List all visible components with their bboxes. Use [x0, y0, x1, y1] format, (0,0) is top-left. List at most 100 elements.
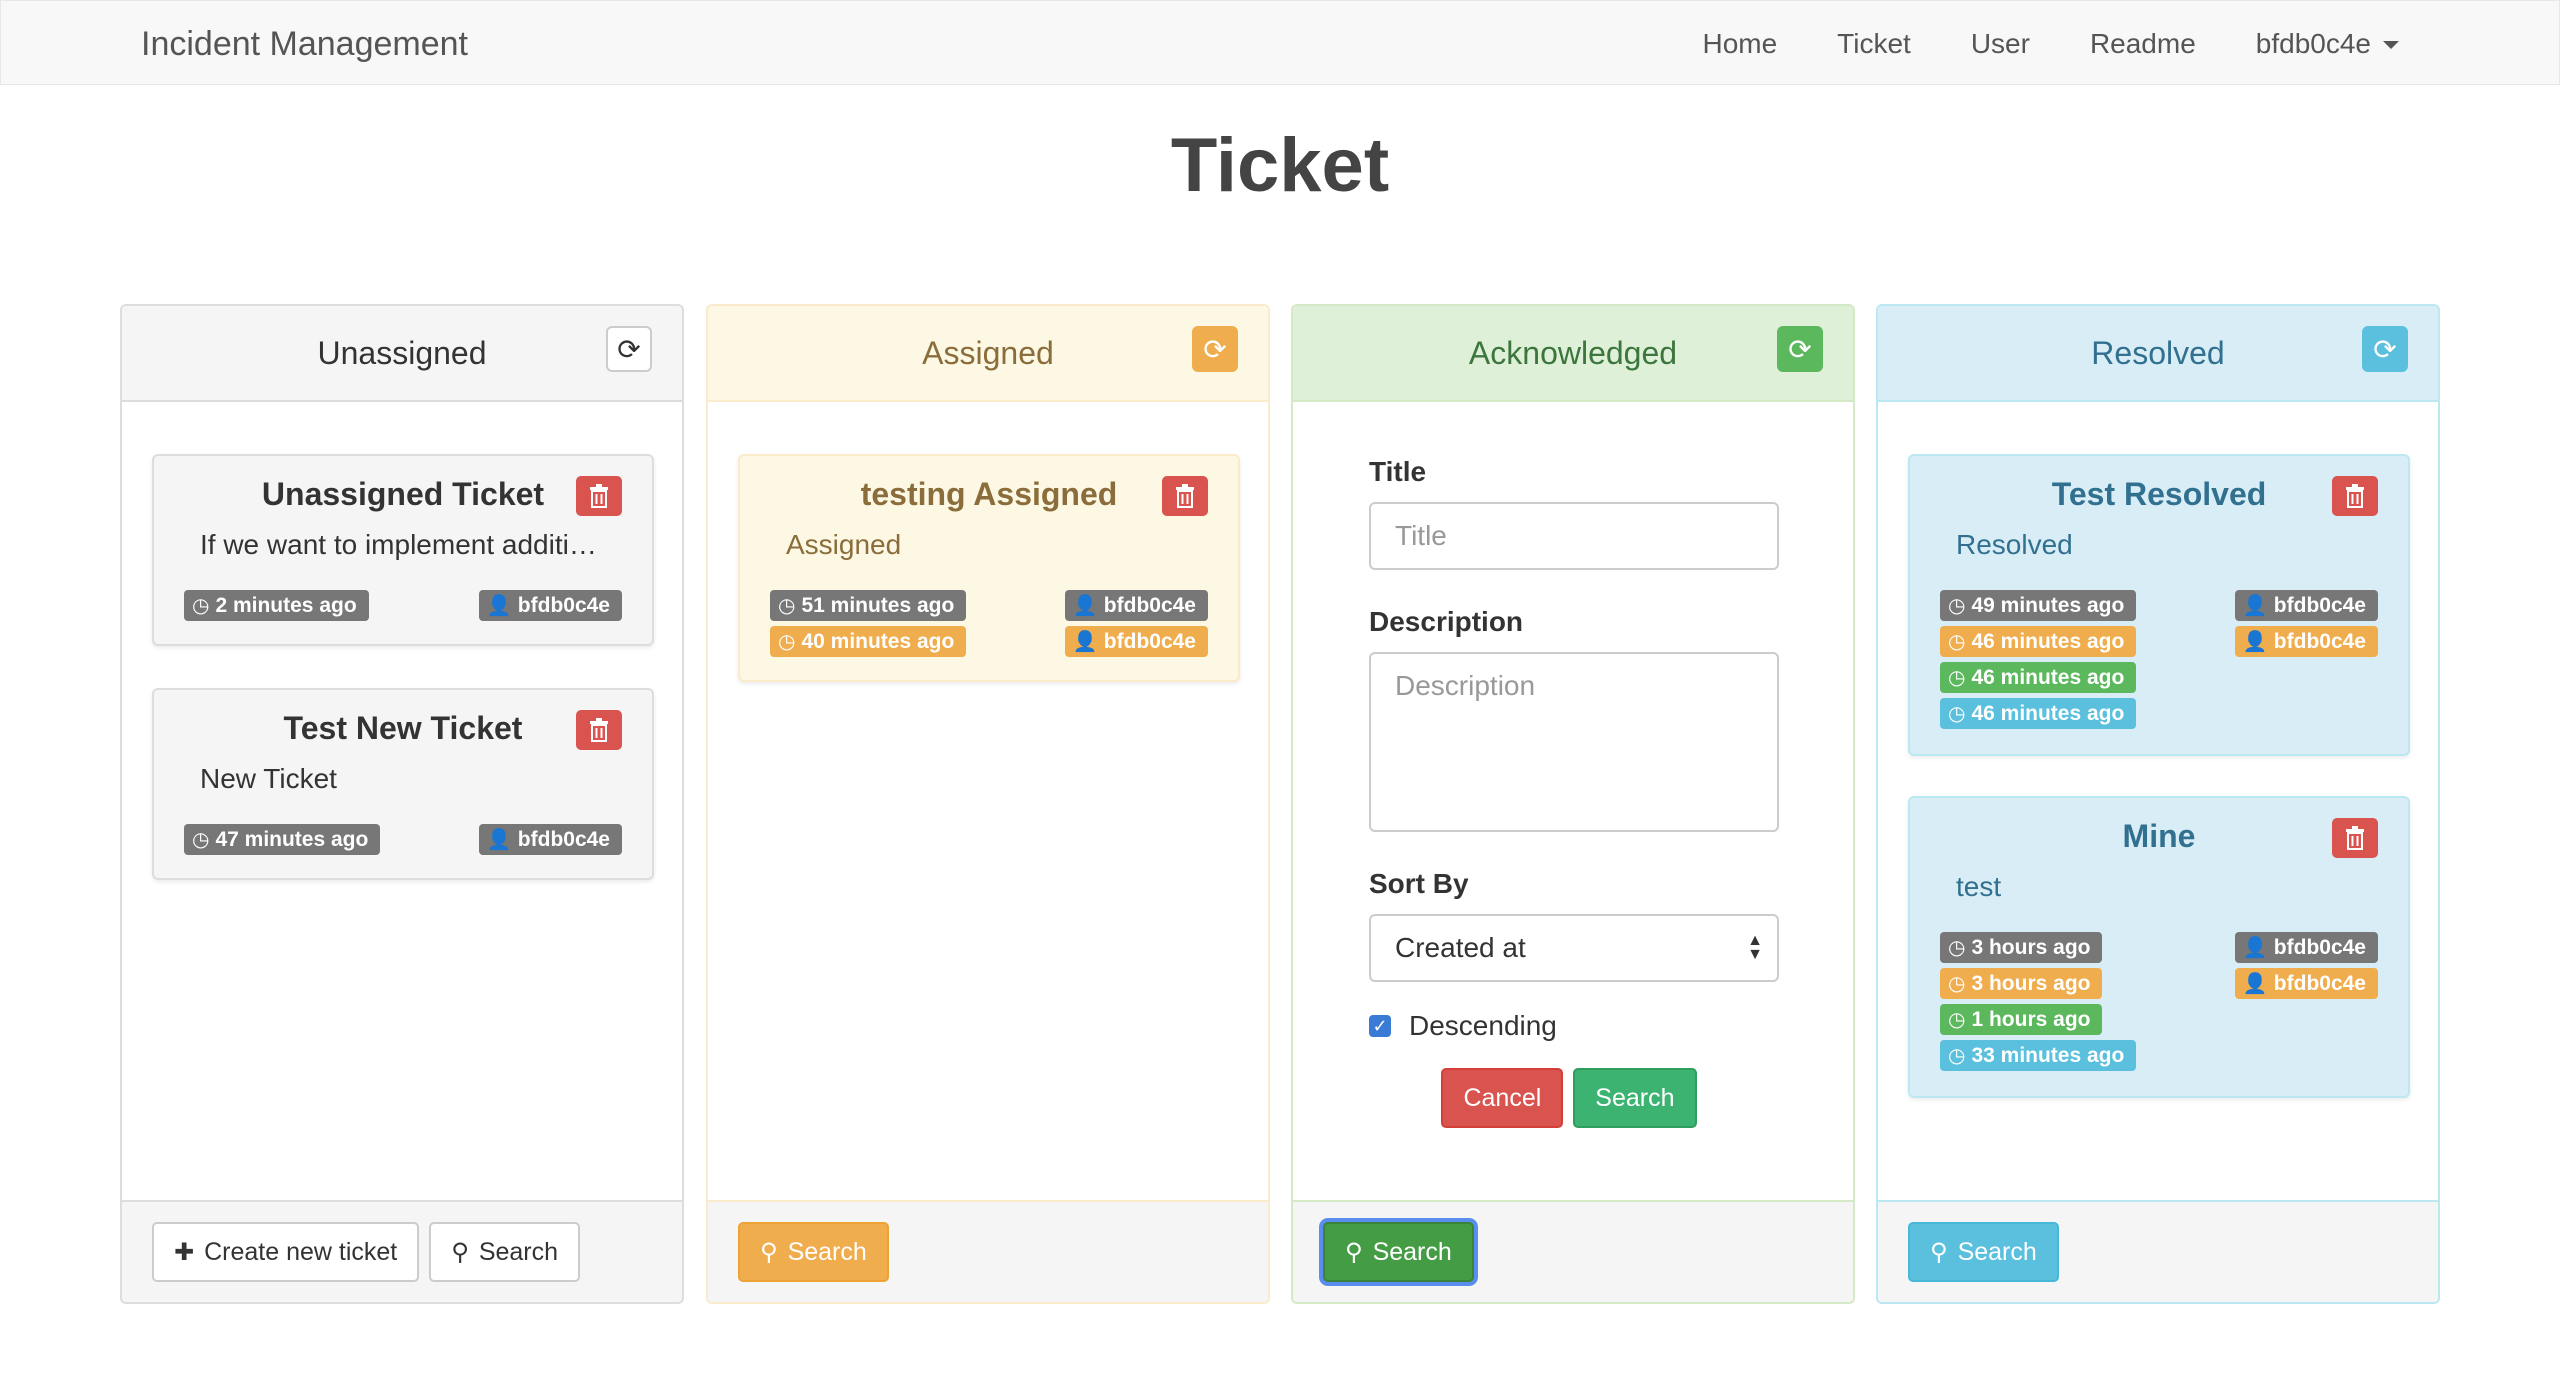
column-header: Unassigned ⟳ — [122, 306, 682, 402]
refresh-button[interactable]: ⟳ — [606, 326, 652, 372]
ticket-card[interactable]: Unassigned Ticket If we want to implemen… — [152, 454, 654, 646]
refresh-button[interactable]: ⟳ — [1777, 326, 1823, 372]
nav-links: Home Ticket User Readme bfdb0c4e — [1642, 1, 2399, 86]
nav-user[interactable]: User — [1971, 28, 2030, 60]
clock-icon: ◷ — [1948, 937, 1966, 959]
time-text: 46 minutes ago — [1971, 629, 2125, 653]
description-textarea[interactable]: Description — [1369, 652, 1779, 832]
user-icon: 👤 — [1072, 595, 1098, 617]
search-button[interactable]: ⚲ Search — [1323, 1222, 1474, 1282]
column-title: Assigned — [922, 334, 1054, 371]
ticket-card[interactable]: testing Assigned Assigned ◷ 51 minutes ag… — [738, 454, 1240, 682]
user-icon: 👤 — [2242, 937, 2268, 959]
brand[interactable]: Incident Management — [141, 25, 468, 64]
delete-button[interactable] — [576, 476, 622, 516]
nav-readme[interactable]: Readme — [2090, 28, 2196, 60]
column-title: Unassigned — [317, 334, 487, 371]
checkbox-checked-icon[interactable]: ✓ — [1369, 1015, 1391, 1037]
user-text: bfdb0c4e — [2273, 593, 2366, 617]
column-acknowledged: Acknowledged ⟳ Title Title Description D… — [1291, 304, 1855, 1304]
time-badge: ◷ 47 minutes ago — [184, 824, 381, 855]
creator-badge: 👤 bfdb0c4e — [1064, 590, 1208, 621]
search-icon: ⚲ — [1345, 1238, 1363, 1266]
time-text: 33 minutes ago — [1971, 1043, 2125, 1067]
user-badges: 👤 bfdb0c4e — [478, 824, 622, 860]
trash-icon — [1176, 484, 1194, 508]
user-badges: 👤 bfdb0c4e 👤 bfdb0c4e — [2234, 932, 2378, 1004]
select-arrows-icon: ▲ ▼ — [1747, 932, 1763, 963]
user-badge: 👤 bfdb0c4e — [478, 824, 622, 855]
search-button[interactable]: ⚲ Search — [1908, 1222, 2059, 1282]
clock-icon: ◷ — [778, 631, 796, 653]
user-icon: 👤 — [2242, 631, 2268, 653]
ticket-card[interactable]: Mine test ◷ 3 hours ago ◷ 3 hours ago ◷ 1 h… — [1908, 796, 2410, 1098]
title-input[interactable]: Title — [1369, 502, 1779, 570]
page-title: Ticket — [1170, 123, 1390, 208]
user-text: bfdb0c4e — [2273, 935, 2366, 959]
clock-icon: ◷ — [1948, 1045, 1966, 1067]
cancel-button[interactable]: Cancel — [1441, 1068, 1564, 1128]
search-form: Title Title Description Description Sort… — [1369, 456, 1779, 1128]
user-badge: 👤 bfdb0c4e — [478, 590, 622, 621]
user-dropdown[interactable]: bfdb0c4e — [2256, 28, 2399, 60]
user-icon: 👤 — [2242, 595, 2268, 617]
search-icon: ⚲ — [451, 1238, 469, 1266]
refresh-icon: ⟳ — [1203, 333, 1227, 365]
column-resolved: Resolved ⟳ Test Resolved Resolved ◷ 49 mi… — [1876, 304, 2440, 1304]
time-text: 2 minutes ago — [215, 593, 357, 617]
refresh-button[interactable]: ⟳ — [1192, 326, 1238, 372]
assigned-time-badge: ◷ 3 hours ago — [1940, 968, 2103, 999]
descending-checkbox-row[interactable]: ✓ Descending — [1369, 1010, 1779, 1042]
delete-button[interactable] — [576, 710, 622, 750]
column-header: Acknowledged ⟳ — [1293, 306, 1853, 402]
refresh-button[interactable]: ⟳ — [2362, 326, 2408, 372]
nav-ticket[interactable]: Ticket — [1837, 28, 1911, 60]
delete-button[interactable] — [1162, 476, 1208, 516]
user-badges: 👤 bfdb0c4e — [478, 590, 622, 626]
assignee-badge: 👤 bfdb0c4e — [1064, 626, 1208, 657]
clock-icon: ◷ — [1948, 973, 1966, 995]
created-time-badge: ◷ 3 hours ago — [1940, 932, 2103, 963]
user-text: bfdb0c4e — [2273, 971, 2366, 995]
user-text: bfdb0c4e — [2273, 629, 2366, 653]
time-text: 51 minutes ago — [801, 593, 955, 617]
user-icon: 👤 — [486, 829, 512, 851]
time-text: 46 minutes ago — [1971, 701, 2125, 725]
ticket-description: Resolved — [1956, 529, 2073, 560]
delete-button[interactable] — [2332, 476, 2378, 516]
column-footer: ⚲ Search — [1293, 1200, 1853, 1302]
ticket-card[interactable]: Test New Ticket New Ticket ◷ 47 minutes a… — [152, 688, 654, 880]
trash-icon — [2346, 484, 2364, 508]
form-search-button[interactable]: Search — [1573, 1068, 1697, 1128]
creator-badge: 👤 bfdb0c4e — [2234, 590, 2378, 621]
assignee-badge: 👤 bfdb0c4e — [2234, 968, 2378, 999]
ticket-description: New Ticket — [200, 763, 337, 794]
search-button[interactable]: ⚲ Search — [738, 1222, 889, 1282]
user-text: bfdb0c4e — [1103, 629, 1196, 653]
nav-home[interactable]: Home — [1702, 28, 1777, 60]
search-button[interactable]: ⚲ Search — [429, 1222, 581, 1282]
select-value: Created at — [1395, 932, 1526, 963]
button-label: Search — [1372, 1237, 1452, 1266]
user-icon: 👤 — [2242, 973, 2268, 995]
clock-icon: ◷ — [1948, 631, 1966, 653]
user-name: bfdb0c4e — [2255, 27, 2371, 59]
ticket-card[interactable]: Test Resolved Resolved ◷ 49 minutes ago ◷… — [1908, 454, 2410, 756]
delete-button[interactable] — [2332, 818, 2378, 858]
sort-by-select[interactable]: Created at ▲ ▼ — [1369, 914, 1779, 982]
column-footer: ⚲ Search — [1878, 1200, 2438, 1302]
time-badges: ◷ 3 hours ago ◷ 3 hours ago ◷ 1 hours ago ◷… — [1940, 932, 2137, 1076]
column-assigned: Assigned ⟳ testing Assigned Assigned ◷ 51… — [706, 304, 1270, 1304]
resolved-time-badge: ◷ 46 minutes ago — [1940, 698, 2137, 729]
create-ticket-button[interactable]: ✚ Create new ticket — [152, 1222, 420, 1282]
clock-icon: ◷ — [1948, 1009, 1966, 1031]
column-title: Acknowledged — [1468, 334, 1678, 371]
clock-icon: ◷ — [1948, 703, 1966, 725]
user-badges: 👤 bfdb0c4e 👤 bfdb0c4e — [2234, 590, 2378, 662]
ticket-description: Assigned — [786, 529, 902, 560]
button-label: Search — [787, 1237, 867, 1266]
column-title: Resolved — [2091, 334, 2225, 371]
clock-icon: ◷ — [1948, 595, 1966, 617]
clock-icon: ◷ — [192, 595, 210, 617]
trash-icon — [590, 718, 608, 742]
